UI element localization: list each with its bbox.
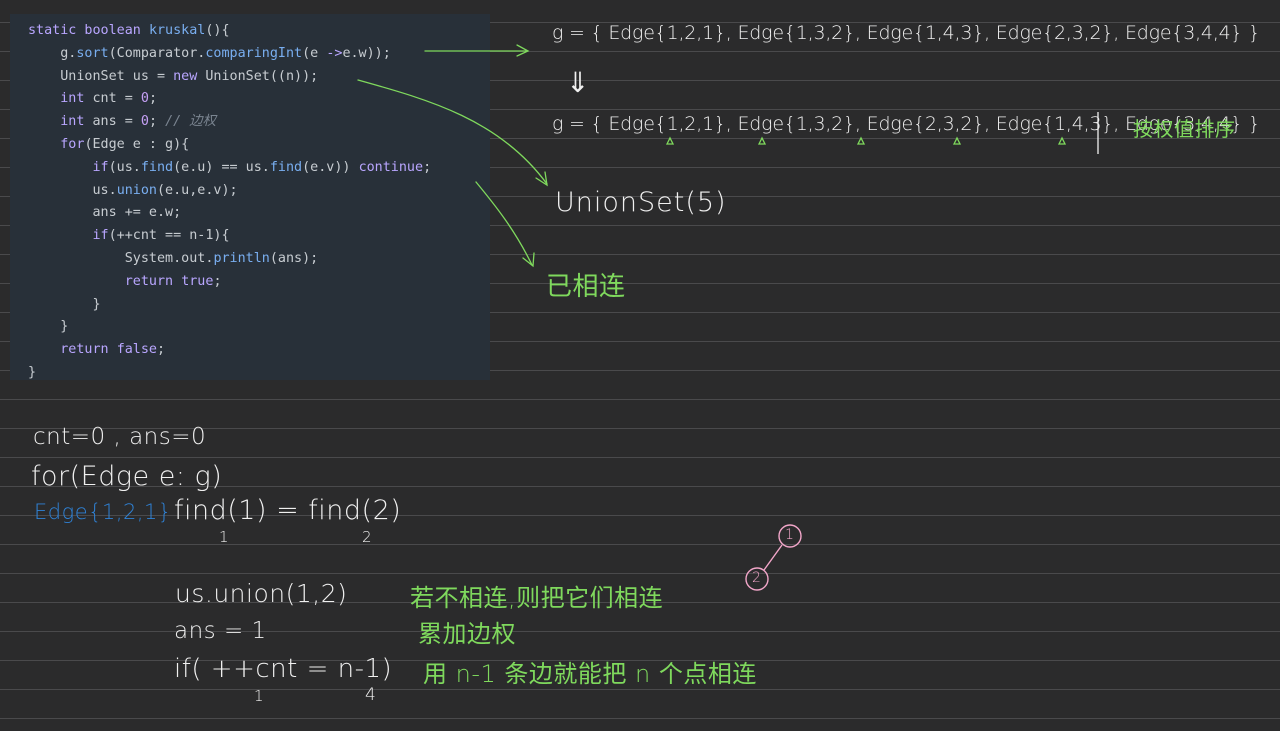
union-call-note: us.union(1,2) <box>175 579 348 608</box>
code-line: int cnt = 0; <box>28 88 490 111</box>
code-token: static boolean <box>28 23 149 38</box>
if-value-left: 1 <box>254 687 265 705</box>
find-value-left: 1 <box>219 528 230 546</box>
code-token: System.out. <box>28 250 214 266</box>
code-token: println <box>213 250 270 266</box>
code-token: ; <box>157 342 166 358</box>
code-token: UnionSet us = <box>28 68 174 84</box>
code-token: (us. <box>108 159 141 175</box>
code-line: } <box>28 316 490 339</box>
code-token: (e.v)) <box>302 159 359 175</box>
code-token: 0 <box>140 91 149 107</box>
code-token: 0 <box>140 114 149 130</box>
union-explanation: 若不相连,则把它们相连 <box>410 584 664 612</box>
code-token: return <box>60 342 109 358</box>
code-token: (Edge e : g){ <box>84 136 190 152</box>
init-vars-note: cnt=0 , ans=0 <box>33 424 207 450</box>
code-token: ; <box>148 91 157 107</box>
code-token: sort <box>76 45 109 61</box>
if-explanation: 用 n-1 条边就能把 n 个点相连 <box>423 660 757 688</box>
code-line: } <box>28 294 490 317</box>
code-token: cnt = <box>84 91 141 107</box>
code-line: return true; <box>28 271 490 294</box>
code-token: int <box>60 91 85 107</box>
code-token: comparingInt <box>205 45 303 61</box>
code-token: ans = <box>84 114 141 130</box>
code-token: } <box>28 364 37 380</box>
code-token: ; <box>148 114 166 130</box>
tree-node-2-label: 2 <box>752 570 762 586</box>
unionset-note: UnionSet(5) <box>555 187 727 218</box>
code-token: for <box>60 136 85 152</box>
code-line: if(++cnt == n-1){ <box>28 225 490 248</box>
code-token: (Comparator. <box>108 45 206 61</box>
code-token: (){ <box>205 23 230 38</box>
current-edge-note: Edge{1,2,1} <box>34 500 172 524</box>
code-token: (e.u) == us. <box>173 159 270 175</box>
downward-double-arrow: ⇓ <box>566 66 590 99</box>
code-token: (e <box>302 45 327 61</box>
code-token: } <box>28 319 69 335</box>
code-token: // 边权 <box>165 114 217 130</box>
code-line: if(us.find(e.u) == us.find(e.v)) continu… <box>28 157 490 180</box>
if-check-note: if( ++cnt = n-1) <box>174 654 393 684</box>
code-line: } <box>28 362 490 385</box>
code-token: ; <box>213 273 222 289</box>
code-token: (++cnt == n-1){ <box>108 228 230 244</box>
code-token: new <box>173 68 198 84</box>
code-line: int ans = 0; // 边权 <box>28 111 490 134</box>
code-token: false <box>116 342 157 358</box>
code-token: e.w)); <box>342 45 391 61</box>
code-line: g.sort(Comparator.comparingInt(e ->e.w))… <box>28 43 490 66</box>
tree-node-1-label: 1 <box>785 527 795 543</box>
already-connected-note: 已相连 <box>546 272 626 302</box>
if-value-right: 4 <box>365 685 377 705</box>
code-token: continue <box>358 159 424 175</box>
code-token: ans += e.w; <box>28 205 182 221</box>
code-token: find <box>140 159 174 175</box>
code-token: } <box>28 296 101 312</box>
code-token: us. <box>28 182 117 198</box>
code-token: if <box>92 159 109 175</box>
ans-update-note: ans = 1 <box>174 618 267 644</box>
code-token: -> <box>326 45 343 61</box>
for-loop-note: for(Edge e: g) <box>31 461 223 492</box>
code-token: ; <box>423 159 432 175</box>
code-token: (ans); <box>269 250 319 266</box>
code-token: return <box>124 273 174 289</box>
code-line: us.union(e.u,e.v); <box>28 180 490 203</box>
code-line: static boolean kruskal(){ <box>28 20 490 43</box>
find-value-right: 2 <box>362 528 373 546</box>
code-line: ans += e.w; <box>28 202 490 225</box>
code-token: union <box>116 182 157 198</box>
code-token: int <box>60 114 85 130</box>
unsorted-edge-list: g = { Edge{1,2,1}, Edge{1,3,2}, Edge{1,4… <box>552 22 1261 44</box>
find-check-note: find(1) = find(2) <box>174 495 402 526</box>
code-line: return false; <box>28 339 490 362</box>
code-line: UnionSet us = new UnionSet((n)); <box>28 66 490 89</box>
code-token: (e.u,e.v); <box>157 182 238 198</box>
code-token: find <box>269 159 303 175</box>
code-token: if <box>92 228 109 244</box>
code-token: kruskal <box>148 23 206 38</box>
code-snippet-panel: static boolean kruskal(){ g.sort(Compara… <box>10 14 490 380</box>
sort-by-weight-note: 按权值排序 <box>1133 117 1236 141</box>
code-token: UnionSet((n)); <box>197 68 319 84</box>
code-token: g. <box>28 45 77 61</box>
code-token: true <box>181 273 214 289</box>
code-line: for(Edge e : g){ <box>28 134 490 157</box>
ans-explanation: 累加边权 <box>418 620 516 648</box>
code-line: System.out.println(ans); <box>28 248 490 271</box>
